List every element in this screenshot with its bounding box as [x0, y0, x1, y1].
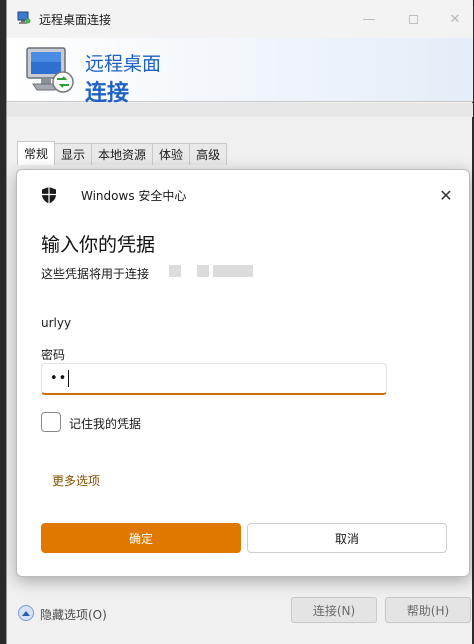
ok-button[interactable]: 确定 — [41, 523, 241, 553]
maximize-icon — [408, 14, 418, 24]
maximize-button[interactable] — [393, 8, 433, 30]
tab-strip: 常规 显示 本地资源 体验 高级 — [17, 141, 228, 165]
rdp-app-icon — [17, 11, 31, 24]
bottom-bar: 隐藏选项(O) 连接(N) 帮助(H) — [7, 594, 473, 626]
more-options-link[interactable]: 更多选项 — [52, 472, 100, 489]
dialog-description: 这些凭据将用于连接 — [41, 267, 150, 281]
minimize-button[interactable]: — — [349, 8, 389, 30]
remember-credentials-checkbox[interactable] — [41, 412, 61, 432]
tab-advanced[interactable]: 高级 — [189, 143, 228, 165]
shield-icon — [42, 187, 56, 204]
banner-separator — [7, 103, 473, 117]
redacted-host-block — [197, 265, 209, 277]
connect-button[interactable]: 连接(N) — [291, 597, 377, 623]
cancel-button[interactable]: 取消 — [247, 523, 447, 553]
rdp-banner: 远程桌面 连接 — [7, 38, 473, 106]
window-title: 远程桌面连接 — [39, 13, 112, 27]
remember-credentials-label[interactable]: 记住我的凭据 — [69, 415, 141, 432]
remote-desktop-monitor-icon — [26, 47, 74, 93]
close-window-button[interactable]: ✕ — [435, 8, 474, 30]
redacted-host-block — [213, 265, 253, 277]
hide-options-label[interactable]: 隐藏选项(O) — [40, 606, 107, 623]
tab-experience[interactable]: 体验 — [152, 143, 191, 165]
tab-local-resources[interactable]: 本地资源 — [91, 143, 154, 165]
username-text: urlyy — [41, 316, 72, 330]
dialog-source-label: Windows 安全中心 — [81, 189, 187, 203]
text-caret — [68, 370, 70, 387]
banner-title-line1: 远程桌面 — [85, 53, 162, 75]
dialog-title: 输入你的凭据 — [41, 234, 156, 256]
title-bar: 远程桌面连接 — ✕ — [7, 0, 473, 38]
help-button[interactable]: 帮助(H) — [385, 597, 471, 623]
redacted-host-block — [169, 265, 181, 277]
password-field[interactable]: •• — [41, 363, 387, 395]
password-label: 密码 — [41, 348, 66, 362]
close-dialog-button[interactable]: ✕ — [435, 184, 457, 206]
hide-options-toggle[interactable] — [18, 605, 34, 621]
password-mask: •• — [50, 371, 68, 386]
chevron-up-icon — [22, 610, 30, 616]
tab-display[interactable]: 显示 — [54, 143, 93, 165]
security-credentials-dialog: Windows 安全中心 ✕ 输入你的凭据 这些凭据将用于连接 urlyy 密码… — [16, 169, 470, 577]
tab-general[interactable]: 常规 — [17, 141, 56, 165]
